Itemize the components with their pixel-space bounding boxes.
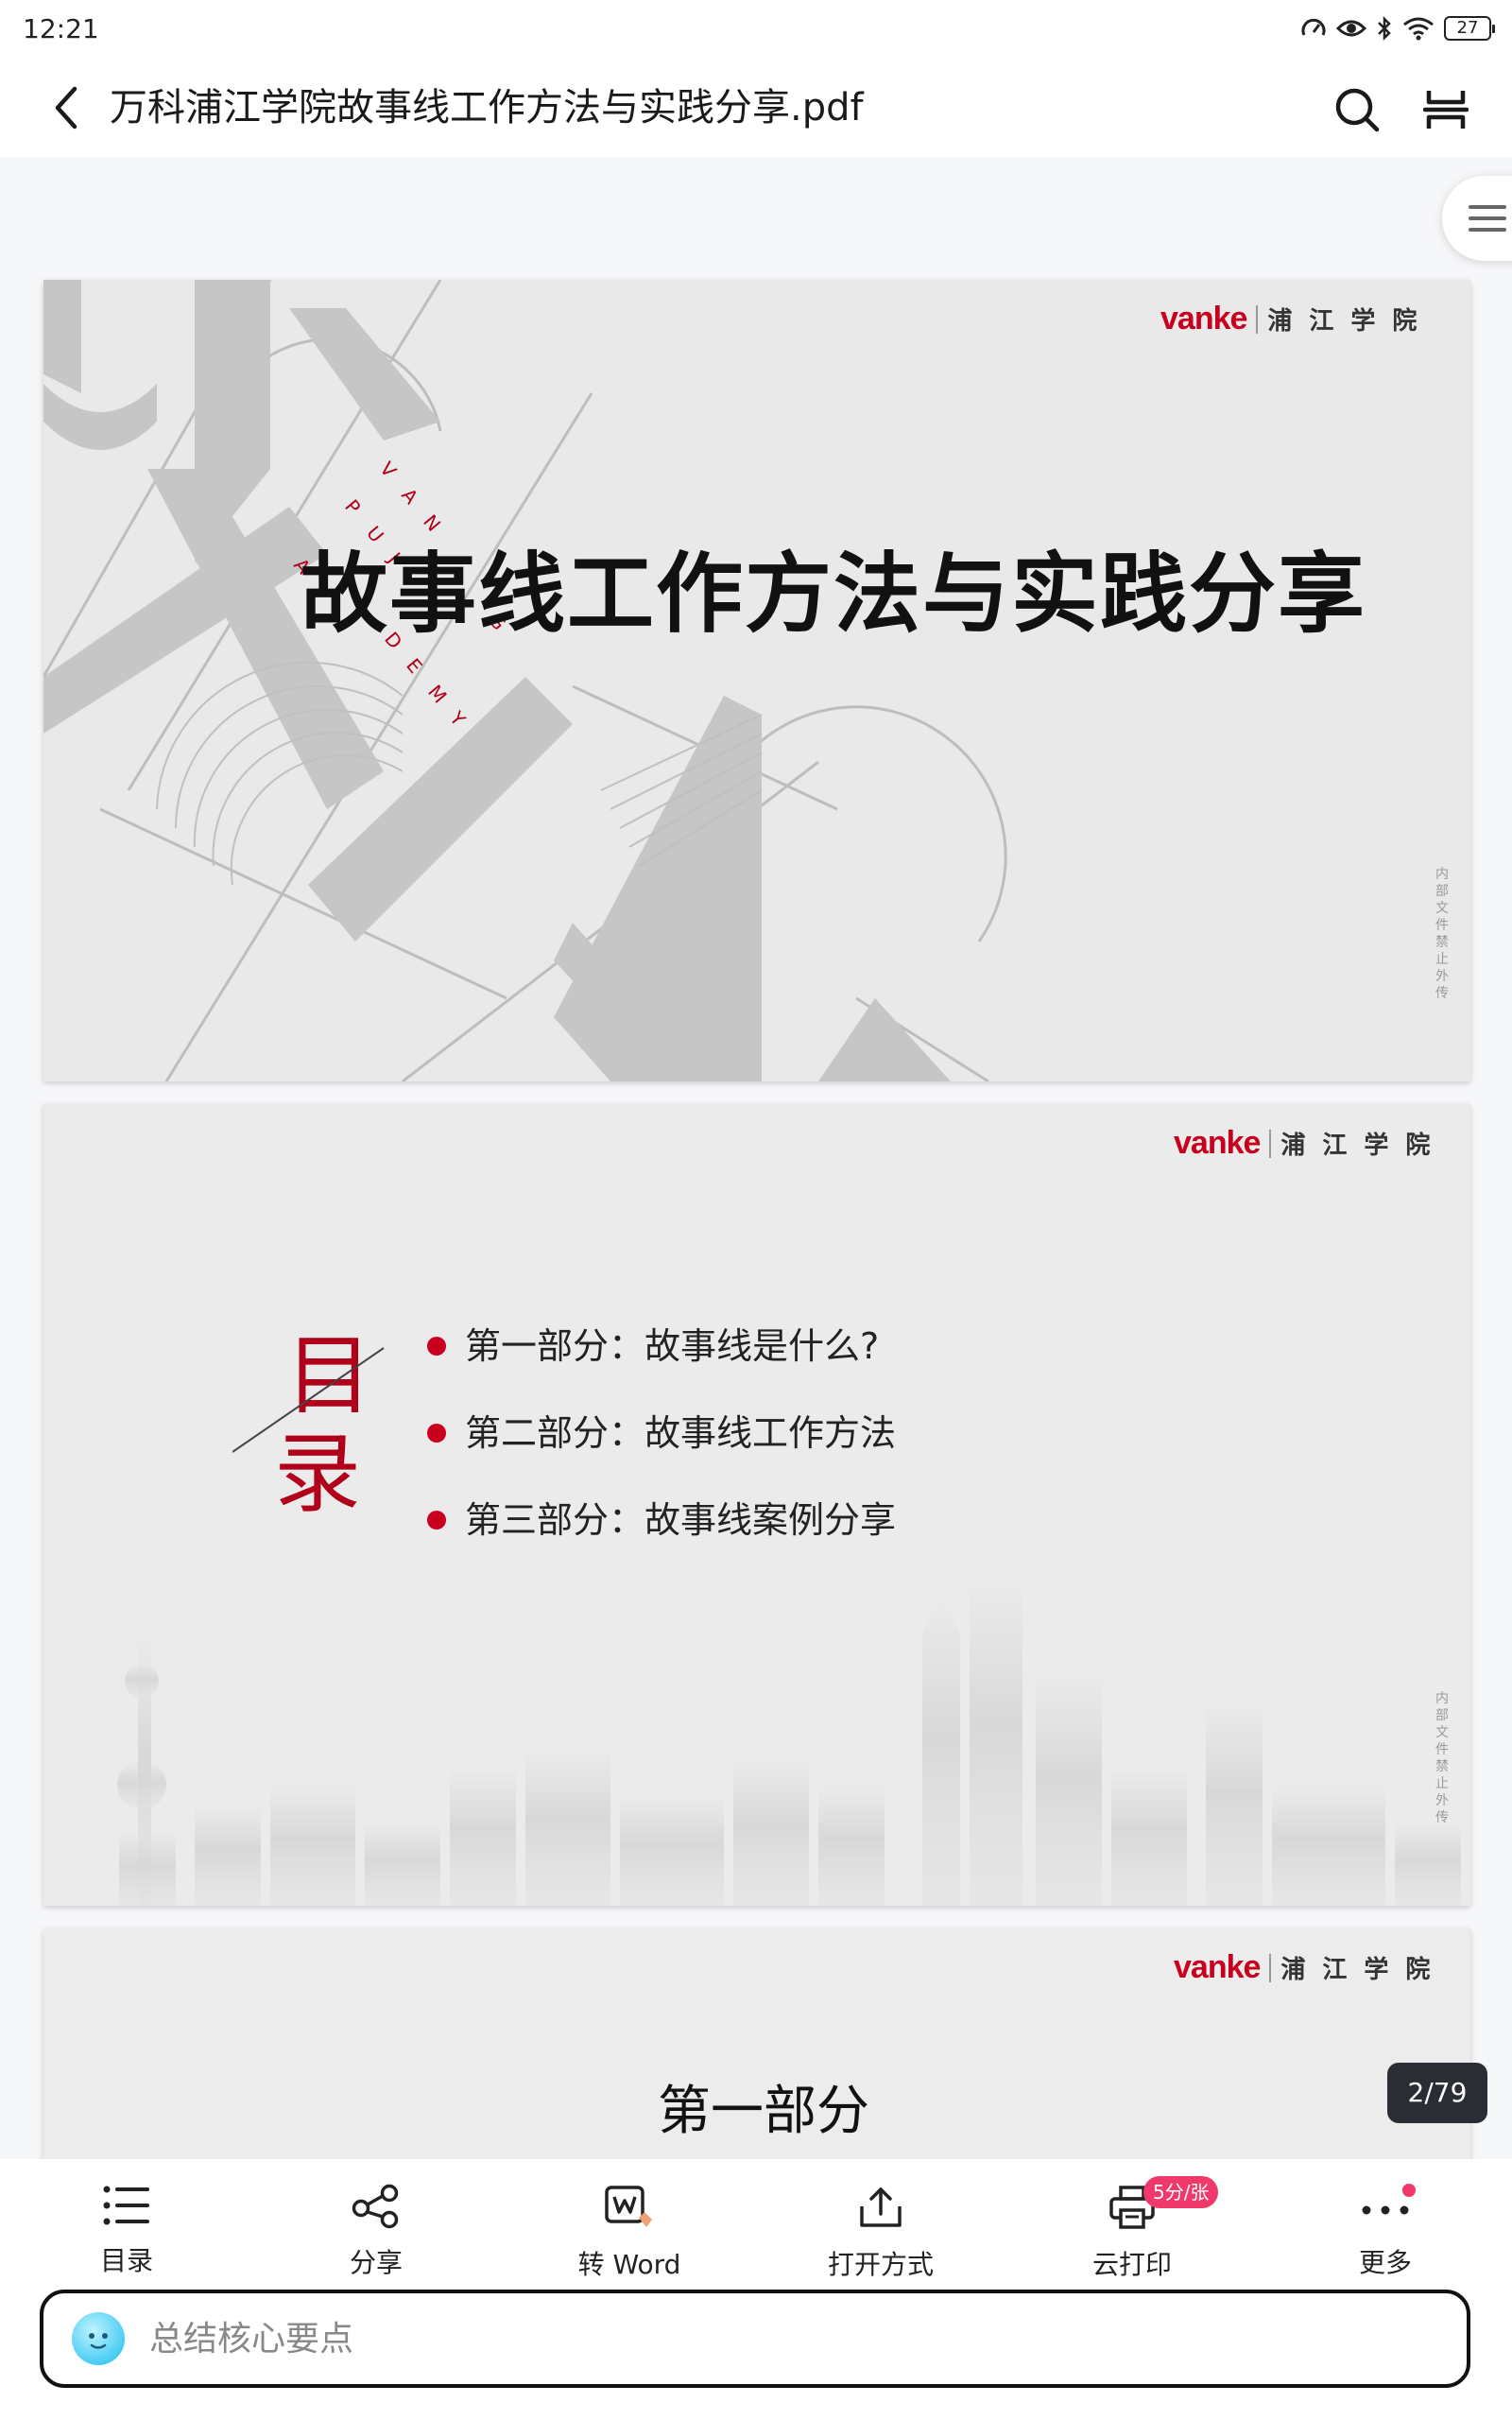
toolbar-open-with-button[interactable]: 打开方式: [786, 2174, 975, 2297]
status-icons: 27: [1300, 15, 1495, 42]
vanke-wordmark: vanke: [1174, 1949, 1261, 1985]
svg-text:A: A: [397, 484, 422, 509]
toolbar-more-button[interactable]: 更多: [1291, 2174, 1480, 2297]
pdf-page-2: vanke 浦江学院 目 录 第一部分：故事线是什么? 第二部分：故事线工作方法…: [43, 1104, 1470, 1906]
academy-wordmark: 浦江学院: [1267, 307, 1435, 336]
word-convert-icon: [605, 2186, 652, 2227]
eye-icon: [1336, 20, 1366, 37]
share-icon: [352, 2184, 399, 2229]
toolbar-convert-word-button[interactable]: 转 Word: [535, 2174, 724, 2297]
print-price-badge: 5分/张: [1143, 2176, 1219, 2208]
confidential-note: 内部文件禁止外传: [1435, 867, 1449, 1001]
svg-text:E: E: [402, 654, 427, 678]
svg-text:M: M: [423, 681, 451, 708]
vanke-wordmark: vanke: [1160, 301, 1247, 337]
bluetooth-icon: [1378, 15, 1391, 42]
status-bar: 12:21 27: [0, 0, 1512, 59]
slide1-title: 故事线工作方法与实践分享: [301, 544, 1367, 645]
ai-input-placeholder: 总结核心要点: [149, 2320, 354, 2359]
speed-icon: [1301, 18, 1326, 36]
toolbar-label: 目录: [99, 2245, 153, 2276]
status-time: 12:21: [23, 13, 99, 44]
list-icon: [103, 2186, 149, 2225]
bullet-dot-icon: [427, 1511, 446, 1530]
toc-item: 第三部分：故事线案例分享: [427, 1477, 896, 1564]
toc-item: 第二部分：故事线工作方法: [427, 1390, 896, 1477]
slide1-background-art: V A N P U J A D E M Y G: [43, 280, 1007, 1081]
floating-menu-button[interactable]: [1442, 176, 1512, 261]
vanke-wordmark: vanke: [1174, 1125, 1261, 1161]
svg-text:V: V: [375, 458, 401, 482]
brand-separator: [1269, 1129, 1272, 1158]
toolbar-label: 云打印: [1091, 2249, 1172, 2280]
toolbar-label: 更多: [1358, 2247, 1412, 2278]
slide3-title: 第一部分: [658, 2081, 869, 2142]
scan-icon: [1423, 91, 1469, 129]
ai-summary-input[interactable]: 总结核心要点: [40, 2290, 1470, 2388]
vanke-brand-logo: vanke 浦江学院: [1160, 301, 1434, 337]
toc-item-label: 第三部分：故事线案例分享: [465, 1499, 897, 1541]
toc-heading: 目 录: [232, 1329, 385, 1522]
brand-separator: [1256, 304, 1259, 334]
toolbar-toc-button[interactable]: 目录: [32, 2174, 221, 2297]
notification-dot: [1402, 2184, 1416, 2197]
toc-item-label: 第一部分：故事线是什么?: [465, 1325, 880, 1367]
confidential-note: 内部文件禁止外传: [1435, 1691, 1449, 1825]
bullet-dot-icon: [427, 1337, 446, 1356]
toolbar-label: 打开方式: [827, 2249, 934, 2280]
open-with-icon: [860, 2187, 902, 2227]
search-button[interactable]: [1331, 83, 1383, 136]
toc-list: 第一部分：故事线是什么? 第二部分：故事线工作方法 第三部分：故事线案例分享: [427, 1303, 896, 1564]
document-title: 万科浦江学院故事线工作方法与实践分享.pdf: [110, 86, 864, 130]
top-bar: 万科浦江学院故事线工作方法与实践分享.pdf: [0, 59, 1512, 157]
pdf-page-1: V A N P U J A D E M Y G vanke 浦江学院 故事线工作…: [43, 280, 1470, 1081]
ai-assistant-icon: [72, 2312, 125, 2365]
toc-heading-slash: [232, 1347, 385, 1453]
menu-icon: [1469, 205, 1506, 232]
scan-button[interactable]: [1419, 83, 1472, 136]
bullet-dot-icon: [427, 1424, 446, 1443]
search-icon: [1335, 88, 1380, 132]
svg-text:Y: Y: [445, 706, 471, 731]
toc-item: 第一部分：故事线是什么?: [427, 1303, 896, 1390]
toolbar-share-button[interactable]: 分享: [282, 2174, 471, 2297]
pdf-page-3: vanke 浦江学院 第一部分: [43, 1928, 1470, 2165]
battery-icon: 27: [1444, 16, 1495, 41]
back-button[interactable]: [42, 83, 91, 132]
bottom-toolbar: 目录 分享 转 Word 打开方式 5分/张 云打印 更多 总结核心要点: [0, 2159, 1512, 2420]
academy-wordmark: 浦江学院: [1280, 1132, 1448, 1160]
brand-separator: [1269, 1953, 1272, 1982]
toolbar-label: 分享: [349, 2247, 403, 2278]
page-indicator: 2/79: [1387, 2063, 1487, 2123]
toolbar-cloud-print-button[interactable]: 5分/张 云打印: [1038, 2174, 1227, 2297]
academy-wordmark: 浦江学院: [1280, 1956, 1448, 1984]
chevron-left-icon: [55, 86, 77, 130]
toolbar-label: 转 Word: [577, 2249, 681, 2280]
wifi-icon: [1403, 17, 1434, 41]
vanke-brand-logo: vanke 浦江学院: [1174, 1949, 1447, 1986]
svg-text:P: P: [340, 495, 365, 519]
vanke-brand-logo: vanke 浦江学院: [1174, 1125, 1447, 1162]
toc-item-label: 第二部分：故事线工作方法: [465, 1412, 897, 1454]
